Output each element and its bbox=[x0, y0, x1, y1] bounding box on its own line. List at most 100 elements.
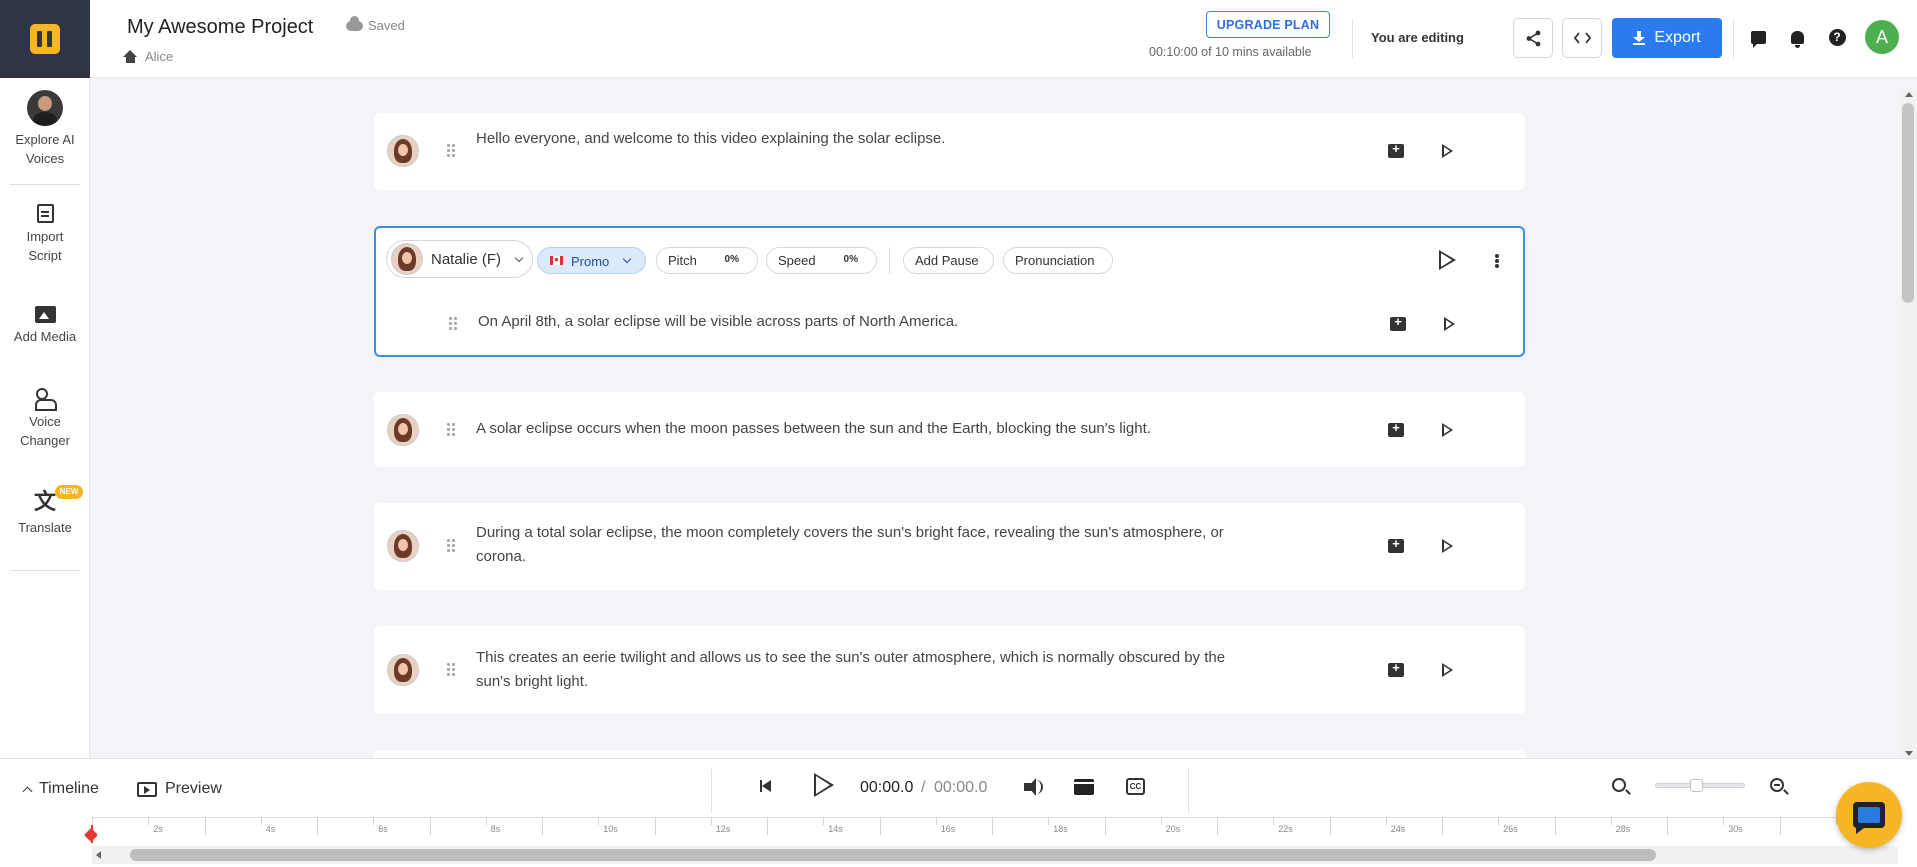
drag-handle-icon[interactable] bbox=[448, 316, 458, 332]
ruler-tick-minor bbox=[485, 817, 487, 825]
support-chat-button[interactable] bbox=[1836, 782, 1902, 848]
drag-handle-icon[interactable] bbox=[446, 143, 456, 159]
playhead-marker[interactable] bbox=[91, 825, 93, 843]
script-block-partial[interactable] bbox=[374, 750, 1525, 758]
sidebar-label: Explore AI bbox=[15, 132, 75, 147]
zoom-out-icon[interactable] bbox=[1612, 778, 1626, 792]
drag-handle-icon[interactable] bbox=[446, 422, 456, 438]
home-icon[interactable] bbox=[123, 50, 138, 63]
horizontal-scrollbar[interactable] bbox=[92, 846, 1898, 864]
export-button[interactable]: Export bbox=[1612, 18, 1722, 58]
play-block-icon[interactable] bbox=[1439, 250, 1456, 270]
share-button[interactable] bbox=[1513, 18, 1553, 58]
chevron-down-icon bbox=[514, 253, 524, 263]
voice-avatar[interactable] bbox=[387, 414, 419, 446]
play-icon[interactable] bbox=[1444, 317, 1455, 331]
sidebar-divider bbox=[10, 570, 80, 571]
block-text[interactable]: This creates an eerie twilight and allow… bbox=[476, 646, 1326, 694]
sidebar-item-add-media[interactable]: Add Media bbox=[0, 306, 90, 346]
add-feedback-icon[interactable] bbox=[1388, 660, 1404, 677]
app-logo[interactable] bbox=[0, 0, 90, 78]
script-block[interactable]: A solar eclipse occurs when the moon pas… bbox=[374, 392, 1525, 467]
pitch-control[interactable]: Pitch 0% bbox=[656, 247, 758, 274]
embed-code-button[interactable] bbox=[1562, 18, 1602, 58]
script-block-active[interactable]: Natalie (F) Promo Pitch 0% Speed 0% Add … bbox=[374, 226, 1525, 357]
skip-back-icon[interactable] bbox=[760, 780, 772, 792]
toolbar-divider bbox=[1188, 769, 1189, 814]
script-block[interactable]: Hello everyone, and welcome to this vide… bbox=[374, 113, 1525, 190]
style-selector[interactable]: Promo bbox=[537, 247, 646, 274]
drag-handle-icon[interactable] bbox=[446, 662, 456, 678]
zoom-in-icon[interactable] bbox=[1770, 778, 1784, 792]
breadcrumb[interactable]: Alice bbox=[123, 49, 173, 64]
ruler-tick-label: 30s bbox=[1728, 824, 1743, 834]
notifications-button[interactable] bbox=[1788, 28, 1806, 48]
block-text[interactable]: Hello everyone, and welcome to this vide… bbox=[476, 127, 1326, 151]
voice-avatar[interactable] bbox=[387, 530, 419, 562]
zoom-slider[interactable] bbox=[1655, 779, 1745, 792]
more-options-icon[interactable] bbox=[1495, 254, 1499, 258]
clapperboard-icon[interactable] bbox=[1074, 779, 1094, 795]
captions-icon[interactable]: CC bbox=[1126, 778, 1145, 795]
user-avatar[interactable]: A bbox=[1865, 20, 1899, 54]
sidebar-item-translate[interactable]: NEW 文 Translate bbox=[0, 485, 90, 537]
add-feedback-icon[interactable] bbox=[1388, 536, 1404, 553]
ruler-tick-minor bbox=[1610, 817, 1612, 825]
ruler-tick-label: 22s bbox=[1278, 824, 1293, 834]
add-pause-button[interactable]: Add Pause bbox=[903, 247, 994, 274]
play-icon[interactable] bbox=[1442, 423, 1453, 437]
scroll-left-icon[interactable] bbox=[96, 851, 101, 859]
ruler-tick bbox=[1779, 817, 1781, 835]
scrollbar-thumb[interactable] bbox=[1902, 103, 1914, 303]
zoom-slider-thumb[interactable] bbox=[1689, 779, 1703, 792]
scroll-down-icon[interactable] bbox=[1905, 751, 1913, 756]
sidebar-item-voice-changer[interactable]: Voice Changer bbox=[0, 388, 90, 450]
help-button[interactable]: ? bbox=[1828, 28, 1846, 46]
preview-button[interactable]: Preview bbox=[137, 780, 222, 798]
block-text[interactable]: During a total solar eclipse, the moon c… bbox=[476, 521, 1326, 569]
scrollbar-thumb[interactable] bbox=[130, 849, 1656, 861]
add-feedback-icon[interactable] bbox=[1388, 420, 1404, 437]
sidebar-item-explore-voices[interactable]: Explore AI Voices bbox=[0, 90, 90, 168]
upgrade-plan-button[interactable]: UPGRADE PLAN bbox=[1206, 11, 1330, 38]
ruler-tick bbox=[1554, 817, 1556, 835]
drag-handle-icon[interactable] bbox=[446, 538, 456, 554]
left-sidebar: Explore AI Voices Import Script Add Medi… bbox=[0, 78, 90, 758]
play-icon[interactable] bbox=[1442, 144, 1453, 158]
voice-avatar[interactable] bbox=[387, 135, 419, 167]
block-text[interactable]: A solar eclipse occurs when the moon pas… bbox=[476, 417, 1326, 441]
volume-wave bbox=[1035, 780, 1043, 794]
header-divider-2 bbox=[1733, 18, 1734, 58]
new-badge: NEW bbox=[55, 485, 83, 499]
preview-icon bbox=[137, 781, 157, 797]
add-feedback-icon[interactable] bbox=[1388, 141, 1404, 158]
script-block[interactable]: During a total solar eclipse, the moon c… bbox=[374, 503, 1525, 590]
timeline-label: Timeline bbox=[39, 780, 99, 797]
ruler-tick-label: 14s bbox=[828, 824, 843, 834]
play-icon[interactable] bbox=[1442, 663, 1453, 677]
voice-avatar[interactable] bbox=[387, 654, 419, 686]
chat-button[interactable] bbox=[1749, 28, 1767, 48]
timeline-toggle-button[interactable]: Timeline bbox=[22, 780, 99, 798]
breadcrumb-user[interactable]: Alice bbox=[145, 49, 173, 64]
speed-control[interactable]: Speed 0% bbox=[766, 247, 877, 274]
ruler-tick-minor bbox=[148, 817, 150, 825]
timeline-play-icon[interactable] bbox=[814, 773, 834, 797]
vertical-scrollbar[interactable] bbox=[1900, 90, 1917, 758]
script-block[interactable]: This creates an eerie twilight and allow… bbox=[374, 626, 1525, 714]
scroll-up-icon[interactable] bbox=[1905, 92, 1913, 97]
block-text-line: This creates an eerie twilight and allow… bbox=[476, 649, 1226, 666]
timeline-ruler[interactable]: 2s 4s 6s 8s 10s 12s 14s 16s 18s 20s 22s 24s 26s 28s 30… bbox=[92, 817, 1892, 843]
sidebar-label: Changer bbox=[20, 433, 70, 448]
project-title[interactable]: My Awesome Project bbox=[127, 16, 313, 39]
ruler-tick bbox=[1667, 817, 1668, 835]
ruler-tick-minor bbox=[1273, 817, 1275, 825]
add-feedback-icon[interactable] bbox=[1390, 314, 1406, 331]
volume-icon[interactable] bbox=[1024, 778, 1036, 796]
sidebar-item-import-script[interactable]: Import Script bbox=[0, 204, 90, 265]
pronunciation-button[interactable]: Pronunciation bbox=[1003, 247, 1113, 274]
play-icon[interactable] bbox=[1442, 539, 1453, 553]
ruler-tick-label: 6s bbox=[378, 824, 388, 834]
voice-selector[interactable]: Natalie (F) bbox=[386, 240, 533, 278]
block-text[interactable]: On April 8th, a solar eclipse will be vi… bbox=[478, 310, 1328, 334]
